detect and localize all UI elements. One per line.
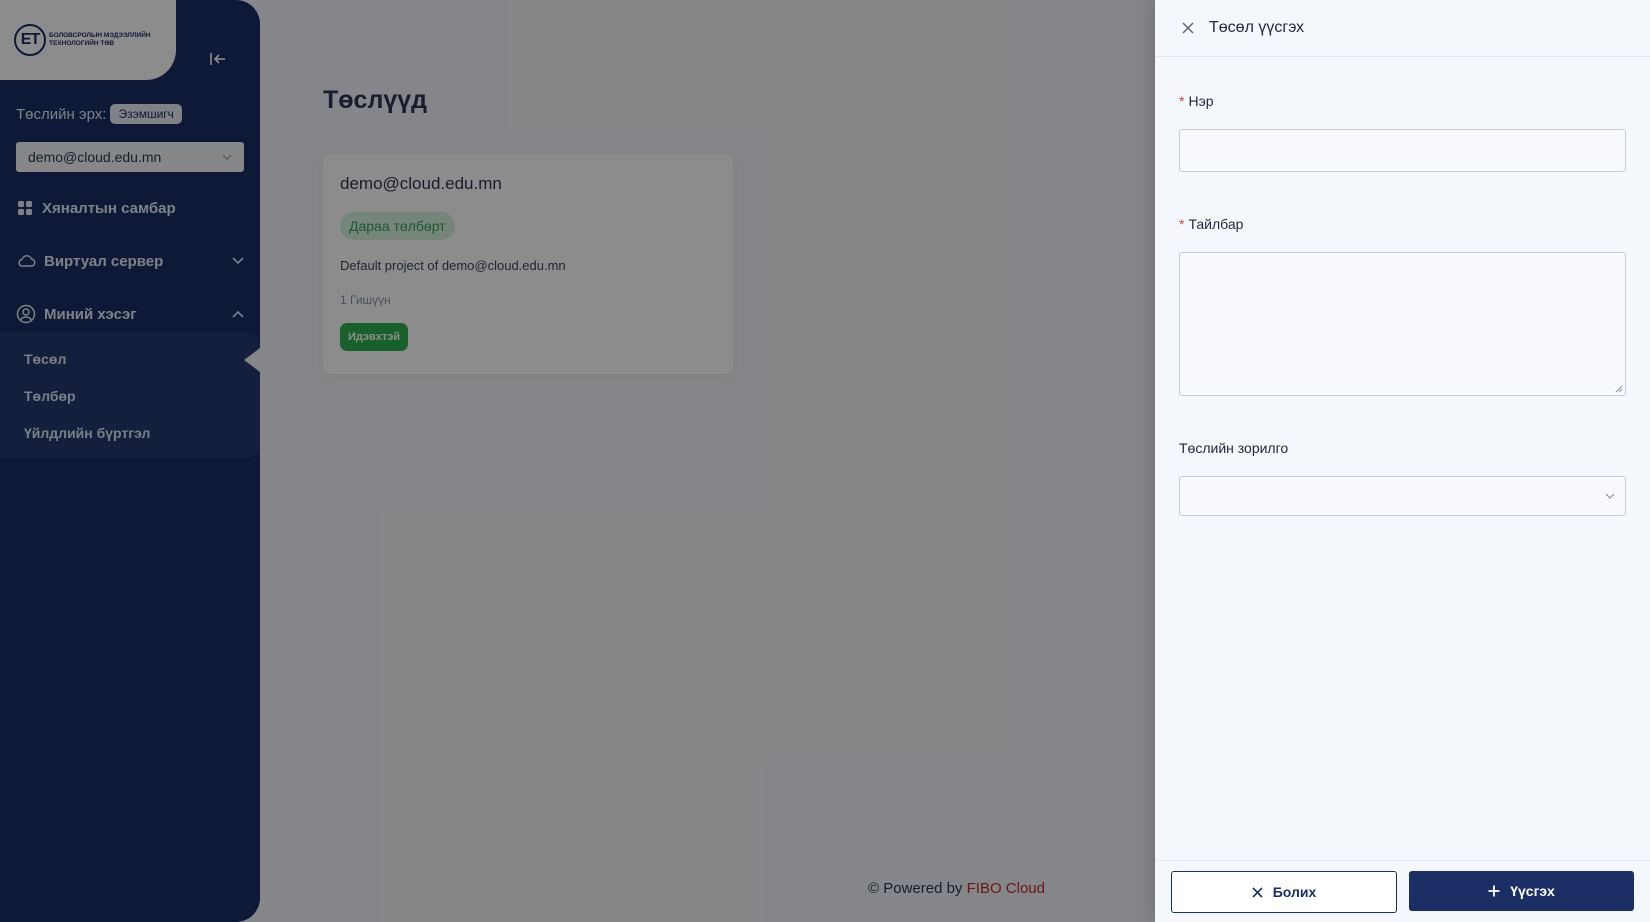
drawer-header: Төсөл үүсгэх [1155, 0, 1650, 57]
purpose-field-label: Төслийн зорилго [1179, 440, 1289, 456]
name-field[interactable] [1179, 129, 1626, 172]
cancel-button-label: Болих [1272, 884, 1317, 900]
plus-icon [1488, 885, 1500, 897]
create-button-label: Үүсгэх [1510, 883, 1555, 899]
name-field-label: * Нэр [1179, 93, 1214, 109]
required-marker: * [1179, 216, 1185, 232]
cancel-button[interactable]: Болих [1171, 871, 1397, 913]
purpose-select[interactable] [1179, 476, 1626, 516]
close-icon [1182, 22, 1194, 34]
create-project-drawer: Төсөл үүсгэх * Нэр * Тайлбар Төслийн зорил… [1155, 0, 1650, 922]
resize-grip-icon[interactable] [1615, 385, 1623, 393]
drawer-footer: Болих Үүсгэх [1155, 860, 1650, 922]
description-field-label: * Тайлбар [1179, 216, 1243, 232]
close-icon [1252, 886, 1263, 898]
description-field[interactable] [1179, 252, 1626, 396]
drawer-title: Төсөл үүсгэх [1209, 19, 1305, 36]
required-marker: * [1179, 93, 1185, 109]
description-field-label-text: Тайлбар [1188, 216, 1244, 232]
create-button[interactable]: Үүсгэх [1409, 871, 1634, 911]
chevron-down-icon [1605, 493, 1615, 499]
close-drawer-button[interactable] [1179, 19, 1197, 37]
name-field-label-text: Нэр [1188, 93, 1214, 109]
